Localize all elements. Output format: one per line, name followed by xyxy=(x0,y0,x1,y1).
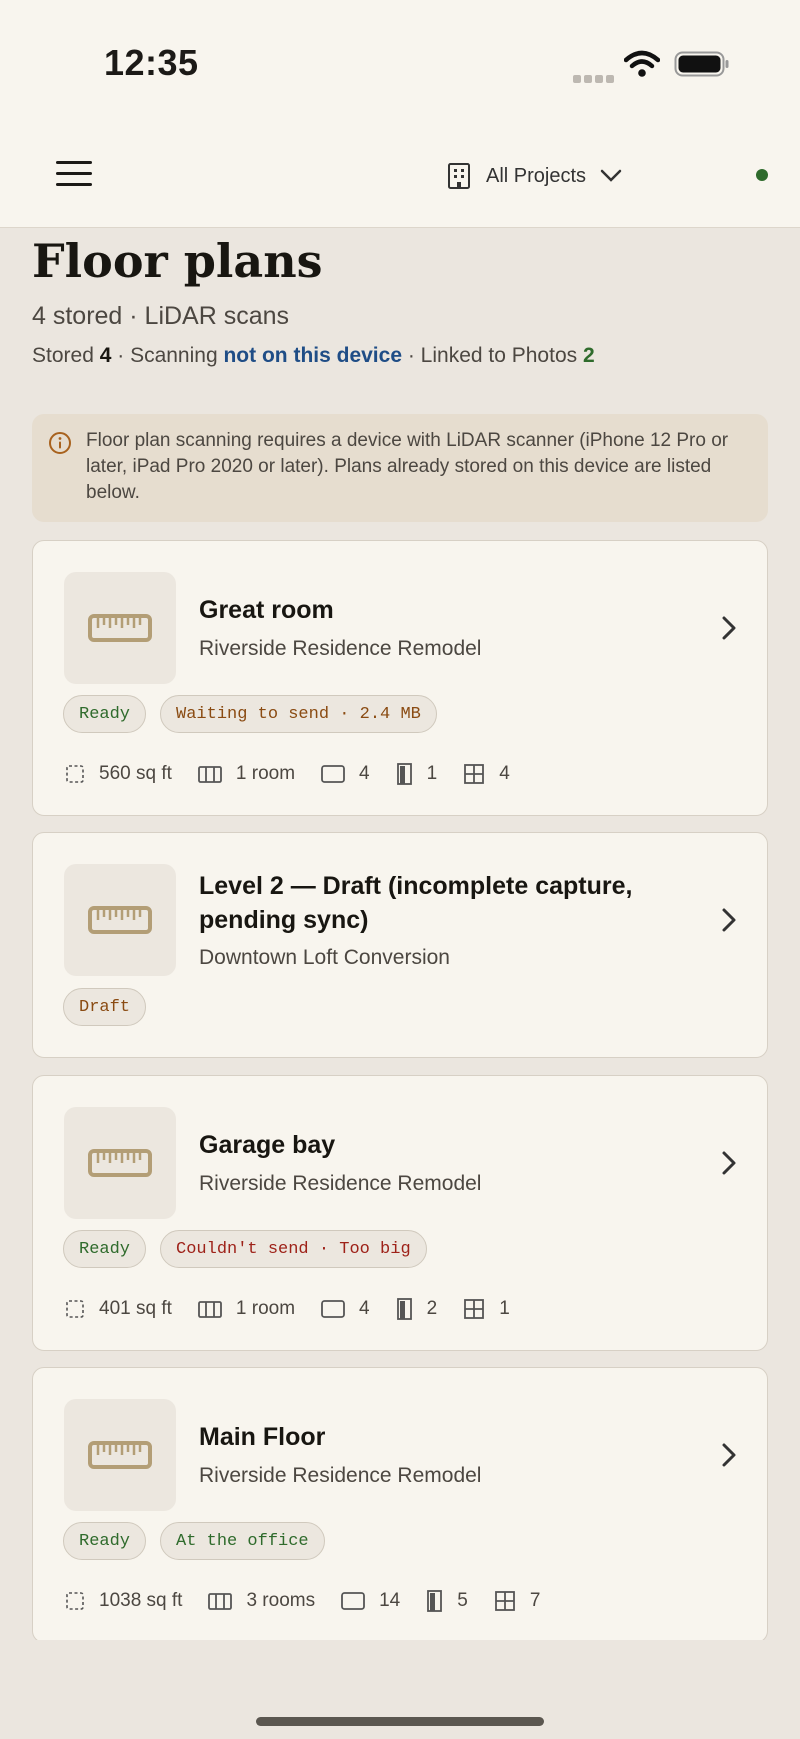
chevron-right-icon[interactable] xyxy=(721,1150,737,1176)
scanning-status: not on this device xyxy=(223,344,403,367)
plan-metrics: 401 sq ft 1 room 4 2 1 xyxy=(65,1298,536,1320)
cellular-signal-icon xyxy=(573,70,617,88)
stored-count: 4 xyxy=(99,344,112,367)
status-badge: Ready xyxy=(63,1230,147,1268)
walls-value: 4 xyxy=(359,763,370,784)
plan-thumbnail xyxy=(64,864,176,976)
linked-photos-count: 2 xyxy=(582,344,595,367)
doors-value: 1 xyxy=(426,763,438,784)
chevron-right-icon[interactable] xyxy=(721,1442,737,1468)
plan-metrics: 1038 sq ft 3 rooms 14 5 7 xyxy=(65,1590,566,1612)
floor-plan-card[interactable]: Garage bay Riverside Residence Remodel R… xyxy=(32,1075,768,1351)
window-icon xyxy=(464,764,485,784)
ruler-icon xyxy=(88,906,152,934)
rooms-value: 1 room xyxy=(235,1298,296,1319)
area-value: 401 sq ft xyxy=(99,1298,172,1319)
door-icon xyxy=(427,1590,443,1612)
doors-value: 5 xyxy=(457,1590,468,1611)
plan-thumbnail xyxy=(64,1399,176,1511)
sync-badge: Waiting to send · 2.4 MB xyxy=(160,695,437,733)
chevron-right-icon[interactable] xyxy=(721,615,737,641)
sync-badge: Couldn't send · Too big xyxy=(160,1230,427,1268)
floor-plan-card[interactable]: Level 2 — Draft (incomplete capture, pen… xyxy=(32,832,768,1058)
wall-icon xyxy=(321,1300,345,1318)
windows-value: 7 xyxy=(529,1590,541,1611)
sync-status-dot xyxy=(756,169,768,181)
status-badge: Draft xyxy=(63,988,147,1026)
plan-thumbnail xyxy=(64,572,176,684)
plan-project: Riverside Residence Remodel xyxy=(199,637,482,660)
page-subtitle: 4 stored · LiDAR scans xyxy=(32,302,290,330)
app-header: 12:35 All Projects xyxy=(0,0,800,228)
wall-icon xyxy=(321,765,345,783)
plan-project: Riverside Residence Remodel xyxy=(199,1464,482,1487)
plan-title: Great room xyxy=(199,596,334,624)
menu-button[interactable] xyxy=(56,158,96,190)
stats-line: Stored 4 · Scanning not on this device ·… xyxy=(32,344,595,367)
sync-badge: At the office xyxy=(160,1522,325,1560)
hamburger-menu-icon xyxy=(56,161,92,164)
walls-value: 4 xyxy=(359,1298,370,1319)
floor-plan-card[interactable]: Great room Riverside Residence Remodel R… xyxy=(32,540,768,816)
room-icon xyxy=(197,766,222,783)
status-time: 12:35 xyxy=(104,42,199,83)
plan-metrics: 560 sq ft 1 room 4 1 4 xyxy=(65,763,536,785)
window-icon xyxy=(494,1591,515,1611)
area-value: 560 sq ft xyxy=(99,763,172,784)
wifi-icon xyxy=(624,50,660,77)
project-selector-label: All Projects xyxy=(486,164,587,187)
windows-value: 4 xyxy=(499,763,510,784)
plan-thumbnail xyxy=(64,1107,176,1219)
plan-title: Garage bay xyxy=(199,1131,336,1159)
plan-title: Level 2 — Draft (incomplete capture, pen… xyxy=(199,872,633,934)
ruler-icon xyxy=(88,614,152,642)
home-indicator[interactable] xyxy=(256,1717,544,1726)
chevron-down-icon xyxy=(600,169,622,182)
status-badge: Ready xyxy=(63,695,147,733)
door-icon xyxy=(396,1298,412,1320)
ruler-icon xyxy=(88,1441,152,1469)
walls-value: 14 xyxy=(379,1590,401,1611)
rooms-value: 1 room xyxy=(235,763,296,784)
plan-title: Main Floor xyxy=(199,1423,326,1451)
chevron-right-icon[interactable] xyxy=(721,907,737,933)
floor-plan-card[interactable]: Main Floor Riverside Residence Remodel R… xyxy=(32,1367,768,1643)
notice-text: Floor plan scanning requires a device wi… xyxy=(86,430,729,503)
info-icon xyxy=(49,432,71,454)
page-title: Floor plans xyxy=(32,234,323,288)
windows-value: 1 xyxy=(499,1298,510,1319)
building-icon xyxy=(448,163,470,189)
dashed-square-icon xyxy=(66,1592,84,1610)
lidar-notice: Floor plan scanning requires a device wi… xyxy=(32,414,768,522)
wall-icon xyxy=(341,1592,365,1610)
project-selector[interactable]: All Projects xyxy=(446,156,622,196)
plan-project: Riverside Residence Remodel xyxy=(199,1172,482,1195)
status-badge: Ready xyxy=(63,1522,147,1560)
plan-project: Downtown Loft Conversion xyxy=(199,946,450,969)
rooms-value: 3 rooms xyxy=(246,1590,316,1611)
ruler-icon xyxy=(88,1149,152,1177)
dashed-square-icon xyxy=(66,1300,84,1318)
window-icon xyxy=(464,1299,485,1319)
battery-icon xyxy=(674,51,729,77)
room-icon xyxy=(208,1593,233,1610)
door-icon xyxy=(396,763,412,785)
doors-value: 2 xyxy=(426,1298,438,1319)
dashed-square-icon xyxy=(66,765,84,783)
area-value: 1038 sq ft xyxy=(99,1590,183,1611)
room-icon xyxy=(197,1301,222,1318)
